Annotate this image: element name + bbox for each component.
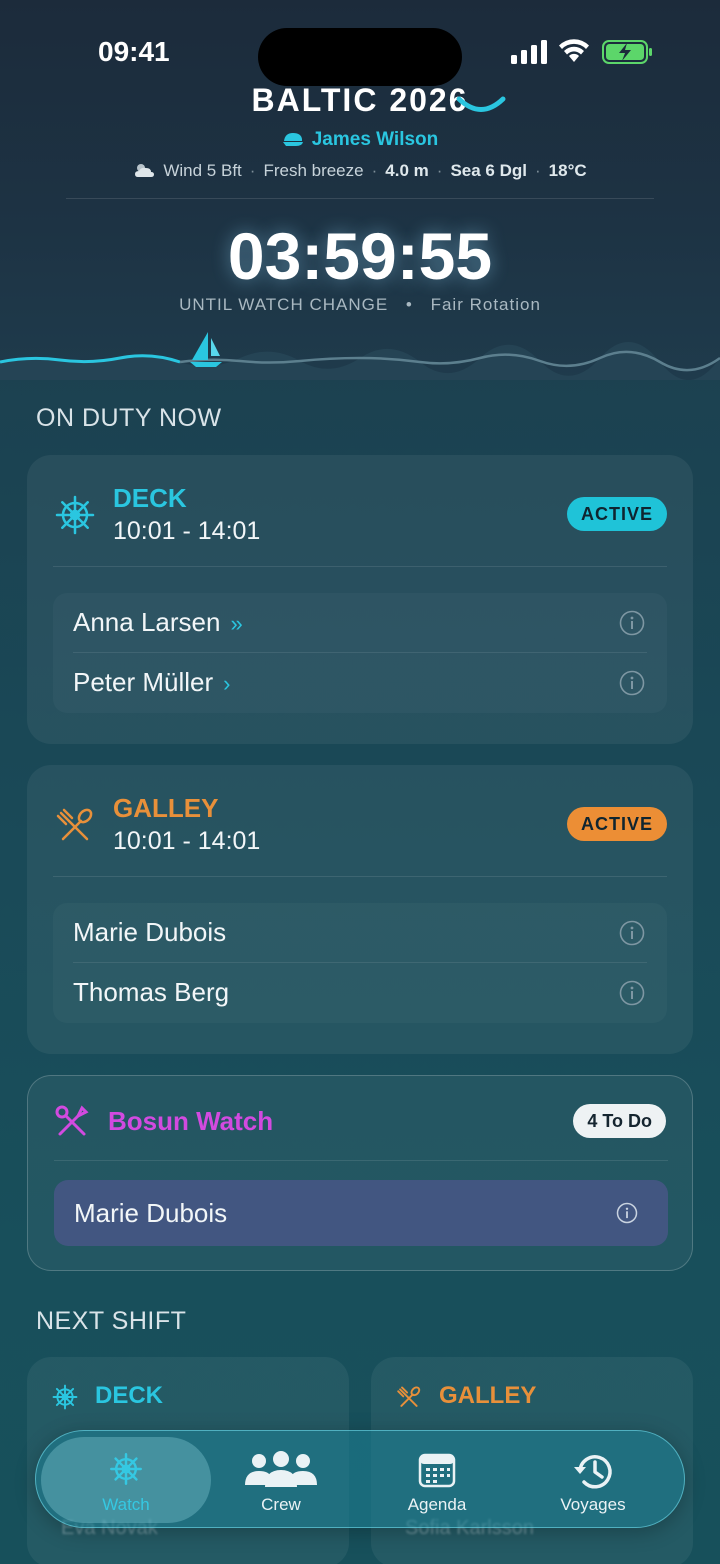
skipper-row: James Wilson bbox=[0, 129, 720, 151]
fork-spoon-icon bbox=[56, 808, 93, 841]
tools-icon bbox=[55, 1105, 89, 1136]
crew-member-row[interactable]: Marie Dubois bbox=[53, 903, 667, 963]
chevron-down-icon[interactable] bbox=[455, 94, 507, 116]
tab-watch-label: Watch bbox=[102, 1495, 150, 1514]
people-icon bbox=[245, 1451, 317, 1487]
countdown-caption: UNTIL WATCH CHANGE • Fair Rotation bbox=[0, 295, 720, 315]
header: 09:41 BALTIC 2026 James Wilson Wind 5 Bf… bbox=[0, 0, 720, 380]
galley-member-list: Marie Dubois Thomas Berg bbox=[53, 903, 667, 1023]
info-icon[interactable] bbox=[619, 610, 645, 636]
weather-row: Wind 5 Bft · Fresh breeze · 4.0 m · Sea 6 Dgl ·… bbox=[0, 161, 720, 181]
crew-member-name: Marie Dubois bbox=[74, 1198, 228, 1228]
deck-title: DECK bbox=[113, 483, 187, 513]
countdown-label: UNTIL WATCH CHANGE bbox=[179, 295, 389, 314]
skipper-name: James Wilson bbox=[311, 129, 439, 150]
crew-member-entry: Anna Larsen » bbox=[73, 607, 243, 638]
tab-crew-label: Crew bbox=[261, 1495, 301, 1514]
tab-voyages[interactable]: Voyages bbox=[508, 1437, 678, 1523]
galley-status-badge: ACTIVE bbox=[566, 807, 667, 841]
next-galley-title: GALLEY bbox=[439, 1382, 537, 1409]
rotation-mode: Fair Rotation bbox=[430, 295, 541, 314]
deck-duty-card[interactable]: DECK 10:01 - 14:01 ACTIVE Anna Larsen » P… bbox=[27, 455, 693, 744]
dynamic-island bbox=[258, 28, 462, 86]
card-divider bbox=[53, 566, 667, 567]
info-icon[interactable] bbox=[619, 980, 645, 1006]
next-deck-title: DECK bbox=[95, 1382, 164, 1409]
double-chevron-right-icon: » bbox=[230, 611, 243, 636]
history-icon bbox=[574, 1455, 612, 1489]
galley-time: 10:01 - 14:01 bbox=[113, 827, 261, 855]
on-duty-title: ON DUTY NOW bbox=[36, 404, 222, 432]
tab-agenda[interactable]: Agenda bbox=[352, 1437, 522, 1523]
crew-member-name: Anna Larsen bbox=[73, 607, 221, 637]
tab-voyages-label: Voyages bbox=[560, 1495, 626, 1514]
watch-countdown: 03:59:55 bbox=[227, 219, 493, 293]
deck-card-header: DECK 10:01 - 14:01 ACTIVE bbox=[27, 455, 693, 567]
info-icon[interactable] bbox=[616, 1202, 638, 1224]
card-divider bbox=[54, 1160, 668, 1161]
crew-member-name: Marie Dubois bbox=[73, 917, 227, 947]
ship-wheel-icon bbox=[110, 1453, 142, 1485]
bosun-member-row[interactable]: Marie Dubois bbox=[54, 1180, 668, 1246]
waves-illustration bbox=[0, 332, 720, 380]
weather-description: Fresh breeze bbox=[263, 161, 364, 180]
galley-title: GALLEY bbox=[113, 793, 219, 823]
bosun-watch-card[interactable]: Bosun Watch 4 To Do Marie Dubois bbox=[27, 1075, 693, 1271]
ship-wheel-icon bbox=[52, 1384, 78, 1410]
weather-sea-state: Sea 6 Dgl bbox=[450, 161, 527, 180]
wifi-icon bbox=[559, 39, 589, 62]
cellular-signal-icon bbox=[511, 40, 547, 64]
caption-separator: • bbox=[405, 295, 413, 314]
calendar-icon bbox=[418, 1453, 456, 1488]
captain-hat-icon bbox=[282, 133, 303, 146]
tab-bar: Watch Crew Agenda Voyages bbox=[35, 1430, 685, 1528]
tab-watch[interactable]: Watch bbox=[41, 1437, 211, 1523]
ship-wheel-icon bbox=[55, 495, 95, 535]
weather-wind: Wind 5 Bft bbox=[163, 161, 242, 180]
crew-member-row[interactable]: Peter Müller › bbox=[53, 653, 667, 713]
weather-temperature: 18°C bbox=[548, 161, 587, 180]
deck-time: 10:01 - 14:01 bbox=[113, 517, 261, 545]
deck-member-list: Anna Larsen » Peter Müller › bbox=[53, 593, 667, 713]
weather-wave-height: 4.0 m bbox=[385, 161, 429, 180]
fork-spoon-icon bbox=[397, 1386, 421, 1407]
crew-member-row[interactable]: Thomas Berg bbox=[53, 963, 667, 1023]
crew-member-entry: Peter Müller › bbox=[73, 667, 230, 698]
partly-cloudy-icon bbox=[135, 164, 155, 177]
chevron-right-icon: › bbox=[223, 671, 231, 696]
tab-crew[interactable]: Crew bbox=[196, 1437, 366, 1523]
header-divider bbox=[66, 198, 654, 199]
trip-name[interactable]: BALTIC 2026 bbox=[251, 82, 468, 118]
next-shift-title: NEXT SHIFT bbox=[36, 1307, 187, 1335]
status-time: 09:41 bbox=[98, 36, 170, 67]
galley-duty-card[interactable]: GALLEY 10:01 - 14:01 ACTIVE Marie Dubois… bbox=[27, 765, 693, 1054]
galley-card-header: GALLEY 10:01 - 14:01 ACTIVE bbox=[27, 765, 693, 877]
info-icon[interactable] bbox=[619, 920, 645, 946]
card-divider bbox=[53, 876, 667, 877]
tab-agenda-label: Agenda bbox=[407, 1495, 467, 1514]
crew-member-name: Thomas Berg bbox=[73, 977, 230, 1007]
info-icon[interactable] bbox=[619, 670, 645, 696]
deck-status-badge: ACTIVE bbox=[566, 497, 667, 531]
status-bar: 09:41 bbox=[0, 28, 720, 86]
todo-count-badge[interactable]: 4 To Do bbox=[573, 1104, 666, 1138]
crew-member-name: Peter Müller bbox=[73, 667, 214, 697]
bosun-title: Bosun Watch bbox=[108, 1106, 274, 1136]
battery-charging-icon bbox=[602, 40, 652, 64]
trip-selector[interactable]: BALTIC 2026 bbox=[0, 82, 720, 119]
crew-member-row[interactable]: Anna Larsen » bbox=[53, 593, 667, 653]
